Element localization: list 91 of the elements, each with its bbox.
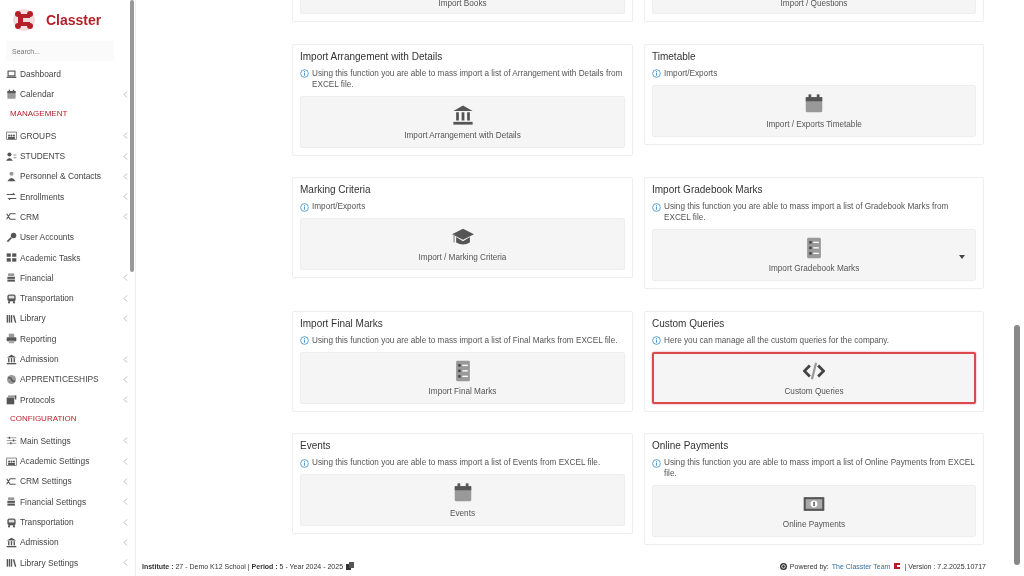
calendar-icon [6, 88, 17, 100]
import-tile[interactable]: Import Gradebook Marks [652, 229, 976, 282]
sidebar-item[interactable]: Transportation [20, 293, 120, 304]
scrollbar-thumb[interactable] [130, 0, 134, 272]
books-icon [6, 557, 17, 569]
card-description: Using this function you are able to mass import a list of Final Marks from EXCEL file. [312, 334, 618, 346]
info-icon [652, 69, 661, 79]
card-title: Events [300, 440, 332, 452]
shuffle-icon [6, 476, 17, 487]
printer-icon [6, 333, 17, 345]
info-icon [652, 202, 661, 212]
bank-icon [6, 353, 17, 365]
import-tile[interactable]: Import Arrangement with Details [300, 95, 625, 148]
arrows-icon [6, 191, 17, 203]
card-title: Import Final Marks [300, 317, 384, 329]
copyright-icon [779, 562, 787, 570]
books-icon [6, 312, 17, 324]
info-icon [652, 458, 661, 468]
sidebar-item[interactable]: STUDENTS [20, 151, 120, 162]
info-icon [652, 336, 661, 346]
grid-icon [6, 252, 17, 263]
info-icon [300, 202, 309, 212]
info-icon [300, 336, 309, 346]
card-title: Import Arrangement with Details [300, 50, 444, 62]
sidebar-item[interactable]: Dashboard [20, 69, 135, 80]
card-title: Marking Criteria [300, 184, 372, 196]
import-tile[interactable]: Custom Queries [652, 351, 976, 404]
card-description: Import/Exports [312, 201, 366, 213]
sidebar-item[interactable]: Admission [20, 537, 120, 548]
laptop-icon [6, 68, 17, 80]
sidebar-item[interactable]: Academic Settings [20, 456, 120, 467]
sidebar-item[interactable]: Reporting [20, 333, 135, 344]
bus-icon [6, 292, 17, 304]
sidebar-item[interactable]: CRM Settings [20, 476, 120, 487]
sidebar-item[interactable]: User Accounts [20, 232, 135, 243]
card-description: Here you can manage all the custom queries for the company. [664, 334, 890, 346]
card-description: Using this function you are able to mass import a list of Gradebook Marks from EXCEL file. [664, 201, 950, 224]
sidebar-item[interactable]: Personnel & Contacts [20, 171, 120, 182]
card-description: Using this function you are able to mass import a list of Arrangement with Details from EXCEL file. [312, 67, 624, 90]
card-title: Custom Queries [652, 317, 726, 329]
info-icon [300, 458, 309, 468]
calendar-icon [803, 92, 825, 115]
app-name: Classter [46, 12, 102, 28]
card-title: Online Payments [652, 440, 730, 452]
sidebar-item[interactable]: APPRENTICESHIPS [20, 374, 120, 385]
bank-icon [451, 103, 474, 126]
sidebar-item[interactable]: Library [20, 313, 120, 324]
group-icon [6, 455, 17, 467]
sidebar-item[interactable]: CRM [20, 211, 120, 222]
card-title: Import Gradebook Marks [652, 184, 764, 196]
bank-icon [6, 536, 17, 548]
sidebar-item[interactable]: Academic Tasks [20, 252, 135, 263]
shuffle-icon [6, 211, 17, 223]
sidebar-item[interactable]: Protocols [20, 394, 120, 405]
stack-icon [6, 272, 17, 284]
card-description: Import/Exports [664, 67, 718, 79]
sidebar-item[interactable]: Financial [20, 272, 120, 283]
section-heading: MANAGEMENT [9, 107, 69, 120]
students-icon [6, 150, 17, 162]
card-description: Using this function you are able to mass import a list of Events from EXCEL file. [312, 457, 601, 469]
sidebar-item[interactable]: Admission [20, 354, 120, 364]
sidebar-item[interactable]: Transportation [20, 517, 120, 528]
import-tile[interactable]: Online Payments [652, 485, 976, 538]
import-tile[interactable]: Import / Marking Criteria [300, 218, 625, 271]
import-tile[interactable]: Import Books [300, 0, 625, 14]
group-icon [6, 130, 17, 142]
logo-icon [893, 562, 902, 570]
globe-icon [6, 373, 17, 385]
logo-icon [12, 8, 36, 32]
sidebar-item[interactable]: Main Settings [20, 435, 120, 446]
section-heading: CONFIGURATION [9, 412, 78, 425]
sliders-icon [6, 435, 17, 447]
bus-icon [6, 516, 17, 528]
info-icon [300, 69, 309, 79]
person-icon [6, 170, 17, 182]
scrollbar-thumb[interactable] [1014, 325, 1020, 565]
card-title: Timetable [652, 50, 697, 62]
import-tile[interactable]: Import / Exports Timetable [652, 84, 976, 137]
sidebar-item[interactable]: Financial Settings [20, 496, 120, 507]
sidebar-item[interactable]: Enrollments [20, 191, 120, 202]
stack-icon [6, 496, 17, 508]
import-tile[interactable]: Import Final Marks [300, 351, 625, 404]
folder-icon [6, 394, 17, 406]
sidebar-item[interactable]: GROUPS [20, 130, 120, 141]
sidebar-item[interactable]: Library Settings [20, 557, 120, 568]
import-tile[interactable]: Events [300, 474, 625, 527]
card-description: Using this function you are able to mass import a list of Online Payments from EXCEL file. [664, 457, 976, 480]
key-icon [6, 231, 17, 243]
copy-icon[interactable] [346, 562, 355, 570]
sidebar-item[interactable]: Calendar [20, 89, 120, 100]
import-tile[interactable]: Import / Questions [652, 0, 976, 14]
